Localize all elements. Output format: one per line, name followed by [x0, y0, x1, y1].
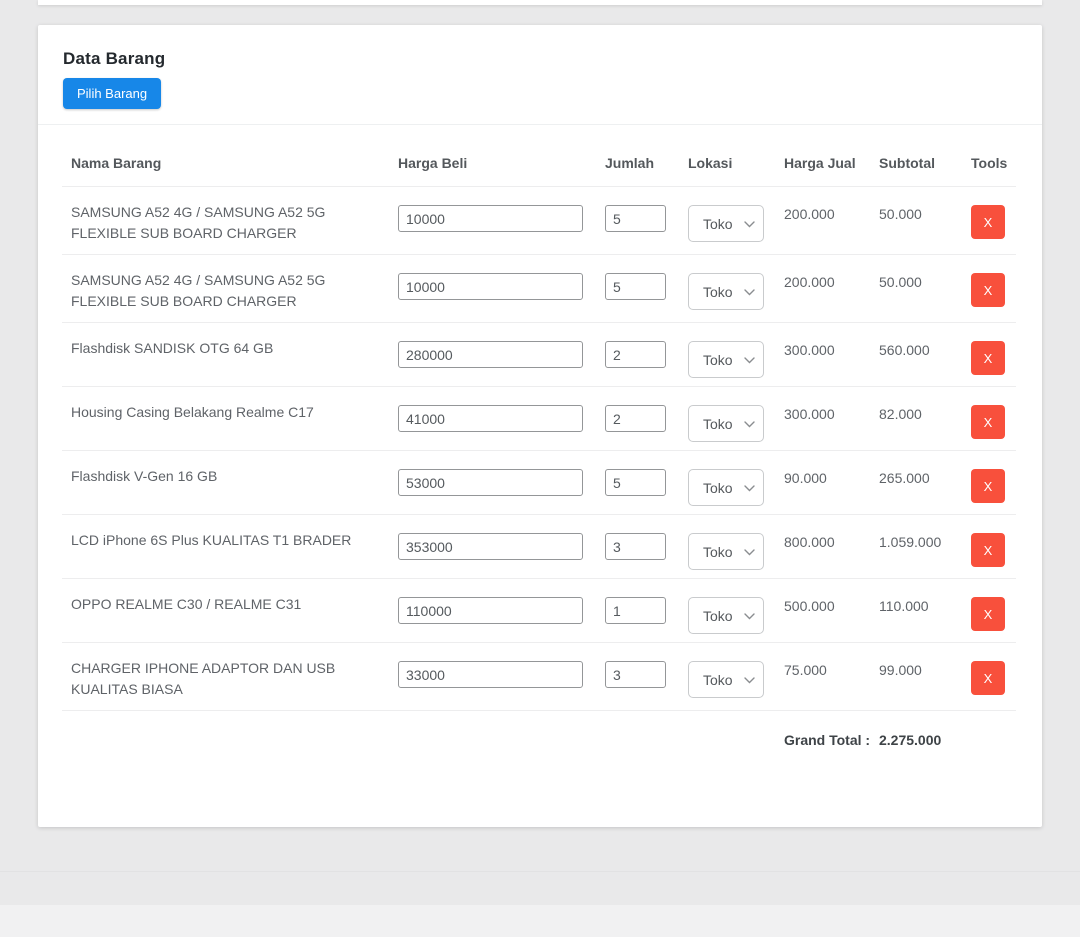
previous-card-edge [38, 0, 1042, 5]
table-header-row: Nama Barang Harga Beli Jumlah Lokasi Har… [62, 125, 1016, 187]
harga-jual-value: 75.000 [784, 643, 879, 711]
col-header-lokasi: Lokasi [688, 125, 784, 187]
table-row: Flashdisk SANDISK OTG 64 GB Toko 300.000… [62, 323, 1016, 387]
delete-row-button[interactable]: X [971, 597, 1005, 631]
item-name: Flashdisk V-Gen 16 GB [62, 451, 398, 515]
item-name: Flashdisk SANDISK OTG 64 GB [62, 323, 398, 387]
grand-total-value: 2.275.000 [879, 711, 971, 760]
delete-row-button[interactable]: X [971, 205, 1005, 239]
table-row: CHARGER IPHONE ADAPTOR DAN USB KUALITAS … [62, 643, 1016, 711]
next-card-edge [0, 905, 1080, 937]
section-divider [0, 871, 1080, 872]
harga-beli-input[interactable] [398, 469, 583, 496]
col-header-subtotal: Subtotal [879, 125, 971, 187]
jumlah-input[interactable] [605, 205, 666, 232]
lokasi-select-wrap: Toko [688, 405, 764, 442]
item-name: OPPO REALME C30 / REALME C31 [62, 579, 398, 643]
subtotal-value: 50.000 [879, 255, 971, 323]
lokasi-select-wrap: Toko [688, 661, 764, 698]
subtotal-value: 560.000 [879, 323, 971, 387]
harga-beli-input[interactable] [398, 597, 583, 624]
jumlah-input[interactable] [605, 597, 666, 624]
table-row: OPPO REALME C30 / REALME C31 Toko 500.00… [62, 579, 1016, 643]
item-name: CHARGER IPHONE ADAPTOR DAN USB KUALITAS … [62, 643, 398, 711]
harga-beli-input[interactable] [398, 205, 583, 232]
delete-row-button[interactable]: X [971, 341, 1005, 375]
jumlah-input[interactable] [605, 341, 666, 368]
lokasi-select-wrap: Toko [688, 533, 764, 570]
delete-row-button[interactable]: X [971, 661, 1005, 695]
item-name: LCD iPhone 6S Plus KUALITAS T1 BRADER [62, 515, 398, 579]
col-header-harga-jual: Harga Jual [784, 125, 879, 187]
lokasi-select-wrap: Toko [688, 273, 764, 310]
table-row: SAMSUNG A52 4G / SAMSUNG A52 5G FLEXIBLE… [62, 255, 1016, 323]
harga-jual-value: 90.000 [784, 451, 879, 515]
page-title: Data Barang [63, 49, 1018, 69]
lokasi-select[interactable]: Toko [688, 469, 764, 506]
lokasi-select[interactable]: Toko [688, 273, 764, 310]
harga-jual-value: 300.000 [784, 323, 879, 387]
lokasi-select[interactable]: Toko [688, 533, 764, 570]
harga-jual-value: 500.000 [784, 579, 879, 643]
subtotal-value: 99.000 [879, 643, 971, 711]
jumlah-input[interactable] [605, 533, 666, 560]
lokasi-select-wrap: Toko [688, 469, 764, 506]
item-name: SAMSUNG A52 4G / SAMSUNG A52 5G FLEXIBLE… [62, 187, 398, 255]
table-row: LCD iPhone 6S Plus KUALITAS T1 BRADER To… [62, 515, 1016, 579]
subtotal-value: 265.000 [879, 451, 971, 515]
table-row: Flashdisk V-Gen 16 GB Toko 90.000 265.00… [62, 451, 1016, 515]
subtotal-value: 50.000 [879, 187, 971, 255]
lokasi-select-wrap: Toko [688, 205, 764, 242]
grand-total-label: Grand Total : [784, 711, 879, 760]
jumlah-input[interactable] [605, 273, 666, 300]
col-header-nama-barang: Nama Barang [62, 125, 398, 187]
lokasi-select[interactable]: Toko [688, 597, 764, 634]
lokasi-select[interactable]: Toko [688, 661, 764, 698]
harga-jual-value: 200.000 [784, 187, 879, 255]
jumlah-input[interactable] [605, 469, 666, 496]
harga-beli-input[interactable] [398, 661, 583, 688]
lokasi-select[interactable]: Toko [688, 341, 764, 378]
items-table-wrap: Nama Barang Harga Beli Jumlah Lokasi Har… [38, 125, 1042, 759]
col-header-jumlah: Jumlah [605, 125, 688, 187]
harga-beli-input[interactable] [398, 533, 583, 560]
pilih-barang-button[interactable]: Pilih Barang [63, 78, 161, 109]
item-name: Housing Casing Belakang Realme C17 [62, 387, 398, 451]
col-header-tools: Tools [971, 125, 1016, 187]
harga-jual-value: 300.000 [784, 387, 879, 451]
items-table: Nama Barang Harga Beli Jumlah Lokasi Har… [62, 125, 1016, 759]
delete-row-button[interactable]: X [971, 273, 1005, 307]
delete-row-button[interactable]: X [971, 469, 1005, 503]
table-row: SAMSUNG A52 4G / SAMSUNG A52 5G FLEXIBLE… [62, 187, 1016, 255]
harga-beli-input[interactable] [398, 273, 583, 300]
table-row: Housing Casing Belakang Realme C17 Toko … [62, 387, 1016, 451]
lokasi-select-wrap: Toko [688, 597, 764, 634]
item-name: SAMSUNG A52 4G / SAMSUNG A52 5G FLEXIBLE… [62, 255, 398, 323]
harga-jual-value: 200.000 [784, 255, 879, 323]
harga-jual-value: 800.000 [784, 515, 879, 579]
jumlah-input[interactable] [605, 405, 666, 432]
grand-total-row: Grand Total : 2.275.000 [62, 711, 1016, 760]
data-barang-card: Data Barang Pilih Barang Nama Barang Har… [38, 25, 1042, 827]
subtotal-value: 110.000 [879, 579, 971, 643]
delete-row-button[interactable]: X [971, 533, 1005, 567]
subtotal-value: 1.059.000 [879, 515, 971, 579]
card-header: Data Barang Pilih Barang [38, 25, 1042, 124]
delete-row-button[interactable]: X [971, 405, 1005, 439]
col-header-harga-beli: Harga Beli [398, 125, 605, 187]
lokasi-select[interactable]: Toko [688, 205, 764, 242]
harga-beli-input[interactable] [398, 405, 583, 432]
lokasi-select[interactable]: Toko [688, 405, 764, 442]
subtotal-value: 82.000 [879, 387, 971, 451]
harga-beli-input[interactable] [398, 341, 583, 368]
jumlah-input[interactable] [605, 661, 666, 688]
lokasi-select-wrap: Toko [688, 341, 764, 378]
